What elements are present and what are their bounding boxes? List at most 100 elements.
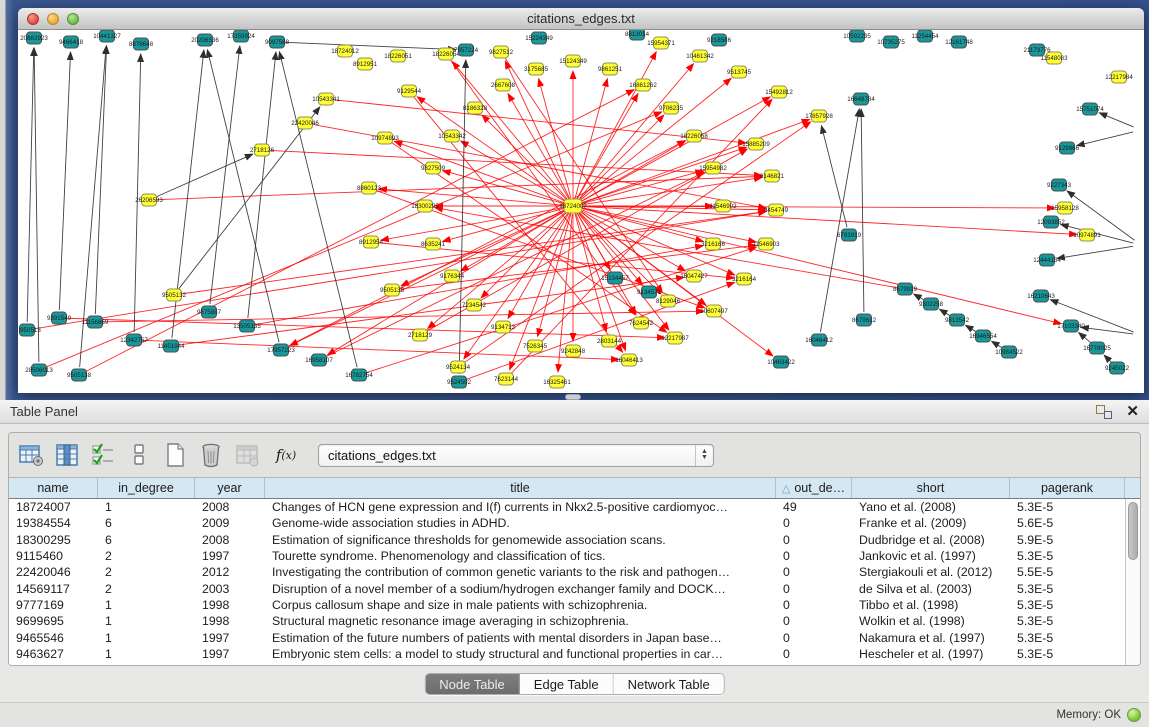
graph-node[interactable]: 17103340	[1057, 320, 1085, 332]
table-cell[interactable]: 1997	[195, 548, 265, 564]
graph-node[interactable]: 12217984	[1105, 71, 1133, 83]
graph-node[interactable]: 15751074	[1076, 103, 1104, 115]
graph-node[interactable]: 15885209	[742, 138, 770, 150]
show-columns-icon[interactable]	[53, 442, 80, 469]
column-header-in_degree[interactable]: in_degree	[98, 478, 195, 498]
graph-node[interactable]: 8679919	[893, 283, 918, 295]
graph-edge[interactable]	[1057, 246, 1133, 258]
graph-node[interactable]: 10463422	[767, 356, 795, 368]
table-cell[interactable]: 19384554	[9, 515, 98, 531]
table-cell[interactable]: 9699695	[9, 613, 98, 629]
graph-node[interactable]: 8679612	[852, 314, 877, 326]
graph-node[interactable]: 12444154	[1033, 254, 1061, 266]
select-columns-icon[interactable]	[89, 442, 116, 469]
graph-edge[interactable]	[1079, 332, 1091, 342]
table-cell[interactable]: 0	[776, 515, 852, 531]
column-header-short[interactable]: short	[852, 478, 1010, 498]
graph-edge[interactable]	[59, 52, 70, 310]
column-header-pagerank[interactable]: pagerank	[1010, 478, 1125, 498]
table-cell[interactable]: Franke et al. (2009)	[852, 515, 1010, 531]
graph-node[interactable]: 9134571	[637, 286, 662, 298]
graph-node[interactable]: 7526345	[523, 340, 548, 352]
graph-node[interactable]: 16648784	[847, 93, 875, 105]
graph-node[interactable]: 7957224	[454, 44, 479, 56]
table-cell[interactable]: Genome-wide association studies in ADHD.	[265, 515, 776, 531]
graph-node[interactable]: 2718129	[408, 329, 433, 341]
table-cell[interactable]: 0	[776, 580, 852, 596]
graph-node[interactable]: 8635241	[421, 238, 446, 250]
close-button[interactable]	[27, 13, 39, 25]
graph-node[interactable]: 16325461	[543, 376, 571, 388]
table-cell[interactable]: Tourette syndrome. Phenomenology and cla…	[265, 548, 776, 564]
table-cell[interactable]: 1	[98, 646, 195, 662]
graph-node[interactable]: 16946554	[969, 330, 997, 342]
graph-node[interactable]: 9245022	[1105, 362, 1130, 374]
graph-edge[interactable]	[914, 294, 924, 300]
graph-node[interactable]: 17857928	[805, 110, 833, 122]
zoom-button[interactable]	[67, 13, 79, 25]
graph-node[interactable]: 3216166	[701, 238, 726, 250]
graph-edge[interactable]	[285, 42, 456, 49]
table-cell[interactable]: 9465546	[9, 629, 98, 645]
graph-node[interactable]: 12093852	[1037, 216, 1065, 228]
column-header-name[interactable]: name	[9, 478, 98, 498]
graph-node[interactable]: 9706235	[659, 102, 684, 114]
graph-edge[interactable]	[34, 48, 39, 362]
graph-node[interactable]: 20206536	[191, 34, 219, 46]
graph-node[interactable]: 16210643	[1027, 290, 1055, 302]
table-cell[interactable]: 5.3E-5	[1010, 629, 1125, 645]
graph-edge[interactable]	[940, 309, 951, 316]
table-row[interactable]: 911546021997Tourette syndrome. Phenomeno…	[9, 548, 1125, 564]
table-cell[interactable]: 5.3E-5	[1010, 548, 1125, 564]
graph-node[interactable]: 8912951	[353, 58, 378, 70]
table-cell[interactable]: 9115460	[9, 548, 98, 564]
table-cell[interactable]: 2	[98, 580, 195, 596]
tab-edge-table[interactable]: Edge Table	[520, 674, 614, 694]
graph-node[interactable]: 8454749	[764, 204, 789, 216]
table-cell[interactable]: 22420046	[9, 564, 98, 580]
table-row[interactable]: 1456911722003Disruption of a novel membe…	[9, 580, 1125, 596]
table-cell[interactable]: Jankovic et al. (1997)	[852, 548, 1010, 564]
table-cell[interactable]: Hescheler et al. (1997)	[852, 646, 1010, 662]
table-cell[interactable]: 5.3E-5	[1010, 646, 1125, 662]
graph-node[interactable]: 10974893	[371, 132, 399, 144]
table-cell[interactable]: 2003	[195, 580, 265, 596]
graph-edge[interactable]	[134, 54, 141, 332]
graph-node[interactable]: 16046413	[615, 354, 643, 366]
graph-node[interactable]: 9524134	[446, 361, 471, 373]
graph-edge[interactable]	[379, 189, 565, 205]
graph-edge[interactable]	[1081, 327, 1133, 334]
graph-node[interactable]: 2667608	[491, 79, 516, 91]
table-cell[interactable]: 0	[776, 564, 852, 580]
graph-edge[interactable]	[270, 150, 762, 175]
column-header-out_de[interactable]: △out_de…	[776, 478, 852, 498]
table-cell[interactable]: 1998	[195, 597, 265, 613]
column-header-title[interactable]: title	[265, 478, 776, 498]
graph-node[interactable]: 20663923	[20, 32, 48, 44]
scrollbar-thumb[interactable]	[1128, 502, 1138, 560]
table-cell[interactable]: 2008	[195, 532, 265, 548]
row-height-icon[interactable]	[125, 442, 152, 469]
graph-node[interactable]: 21173776	[1023, 44, 1051, 56]
float-window-icon[interactable]	[1096, 405, 1112, 419]
graph-node[interactable]: 6793919	[837, 229, 862, 241]
graph-edge[interactable]	[580, 210, 685, 271]
graph-node[interactable]: 7234542	[462, 299, 487, 311]
graph-node[interactable]: 15954982	[699, 162, 727, 174]
graph-edge[interactable]	[95, 46, 106, 314]
graph-node[interactable]: 9097588	[265, 36, 290, 48]
table-cell[interactable]: 6	[98, 515, 195, 531]
graph-node[interactable]: 8129046	[656, 295, 681, 307]
graph-node[interactable]: 9302258	[919, 298, 944, 310]
graph-edge[interactable]	[1104, 355, 1111, 362]
graph-node[interactable]: 16782754	[345, 369, 373, 381]
table-cell[interactable]: 1	[98, 597, 195, 613]
graph-edge[interactable]	[512, 99, 773, 373]
graph-node[interactable]: 18226058	[680, 130, 708, 142]
table-cell[interactable]: Nakamura et al. (1997)	[852, 629, 1010, 645]
graph-node[interactable]: 2718126	[250, 144, 275, 156]
table-cell[interactable]: 5.5E-5	[1010, 564, 1125, 580]
table-mode-icon[interactable]	[17, 442, 44, 469]
network-window-titlebar[interactable]: citations_edges.txt	[18, 8, 1144, 30]
table-cell[interactable]: 2	[98, 548, 195, 564]
